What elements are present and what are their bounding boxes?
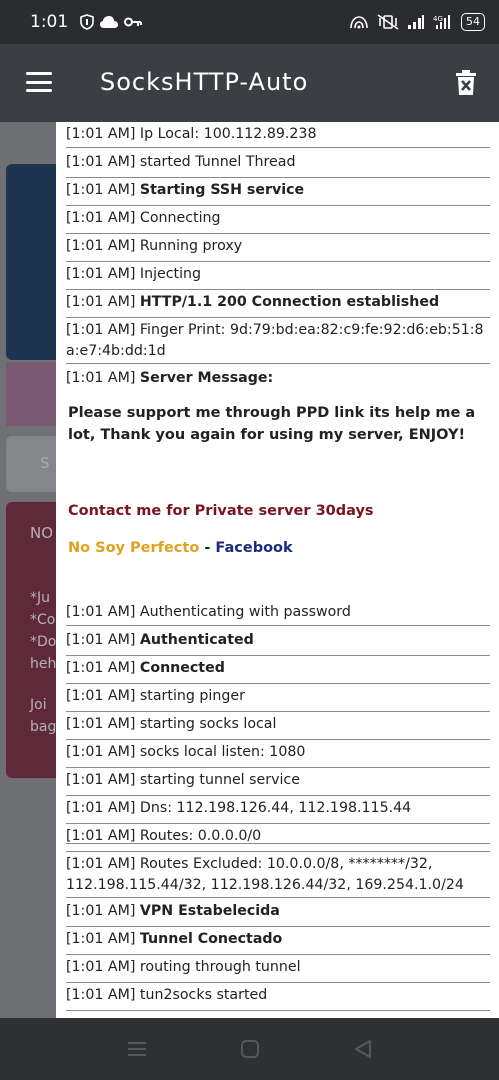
log-line: [1:01 AM] socks local listen: 1080 [66, 742, 490, 768]
vibrate-off-icon [377, 14, 399, 30]
log-line: [1:01 AM] Tunnel Conectado [66, 929, 490, 955]
back-button[interactable] [351, 1037, 375, 1061]
recent-apps-button[interactable] [125, 1037, 149, 1061]
navigation-bar [0, 1018, 499, 1080]
menu-icon[interactable] [26, 72, 52, 92]
log-line: [1:01 AM] starting pinger [66, 686, 490, 712]
no-soy-perfecto-link[interactable]: No Soy Perfecto [68, 540, 199, 556]
background-text: bag [30, 719, 57, 735]
log-line: [1:01 AM] Finger Print: 9d:79:bd:ea:82:c… [66, 320, 490, 364]
log-line: [1:01 AM] Starting SSH service [66, 180, 490, 206]
facebook-link[interactable]: Facebook [215, 540, 292, 556]
home-button[interactable] [238, 1037, 262, 1061]
log-line: [1:01 AM] Running proxy [66, 236, 490, 262]
battery-indicator: 54 [461, 13, 485, 31]
server-message-links: No Soy Perfecto - Facebook [68, 540, 293, 556]
signal-icon-1 [408, 15, 424, 29]
background-text: *Ju [30, 590, 51, 606]
background-text: *Do [30, 634, 57, 650]
status-bar: 1:01 4G 54 [0, 0, 499, 44]
log-line: [1:01 AM] Authenticating with password [66, 602, 490, 626]
back-triangle-icon [354, 1040, 371, 1058]
log-line: [1:01 AM] Connecting [66, 208, 490, 234]
cloud-icon [100, 16, 119, 28]
vpn-shield-icon [80, 14, 94, 30]
background-text: heh [30, 656, 57, 672]
status-right-icons: 4G 54 [349, 13, 485, 31]
app-bar: SocksHTTP-Auto [0, 44, 499, 122]
log-line: [1:01 AM] started Tunnel Thread [66, 152, 490, 178]
status-time: 1:01 [30, 12, 69, 32]
background-text: NO [30, 524, 54, 542]
log-line: [1:01 AM] VPN Estabelecida [66, 901, 490, 927]
status-left-icons [80, 14, 143, 30]
log-line: [1:01 AM] Connected [66, 658, 490, 684]
log-line: [1:01 AM] HTTP/1.1 200 Connection establ… [66, 292, 490, 318]
log-line: [1:01 AM] Routes Excluded: 10.0.0.0/8, *… [66, 854, 490, 898]
background-text: Joi [30, 697, 47, 713]
log-line: [1:01 AM] Ip Local: 100.112.89.238 [66, 124, 490, 148]
log-line: [1:01 AM] tun2socks started [66, 985, 490, 1011]
log-line: [1:01 AM] starting tunnel service [66, 770, 490, 796]
delete-logs-icon[interactable] [454, 70, 478, 96]
hotspot-icon [350, 16, 368, 29]
home-square-icon [240, 1040, 259, 1058]
background-text: *Co [30, 612, 56, 628]
log-panel[interactable]: [1:01 AM] Ip Local: 100.112.89.238 [1:01… [56, 122, 499, 1018]
log-line: [1:01 AM] Dns: 112.198.126.44, 112.198.1… [66, 798, 490, 824]
background-text: S [40, 454, 50, 472]
log-line: [1:01 AM] Authenticated [66, 630, 490, 656]
svg-text:4G: 4G [433, 15, 443, 23]
log-line: [1:01 AM] Routes: 0.0.0.0/0 [66, 826, 490, 852]
log-line: [1:01 AM] routing through tunnel [66, 957, 490, 983]
key-icon [124, 17, 143, 27]
server-message-support: Please support me through PPD link its h… [68, 405, 476, 443]
app-title: SocksHTTP-Auto [100, 68, 309, 96]
log-line: [1:01 AM] Injecting [66, 264, 490, 290]
menu-lines-icon [127, 1042, 146, 1056]
log-line: [1:01 AM] starting socks local [66, 714, 490, 740]
signal-icon-2: 4G [433, 15, 450, 29]
server-message-contact: Contact me for Private server 30days [68, 503, 374, 519]
